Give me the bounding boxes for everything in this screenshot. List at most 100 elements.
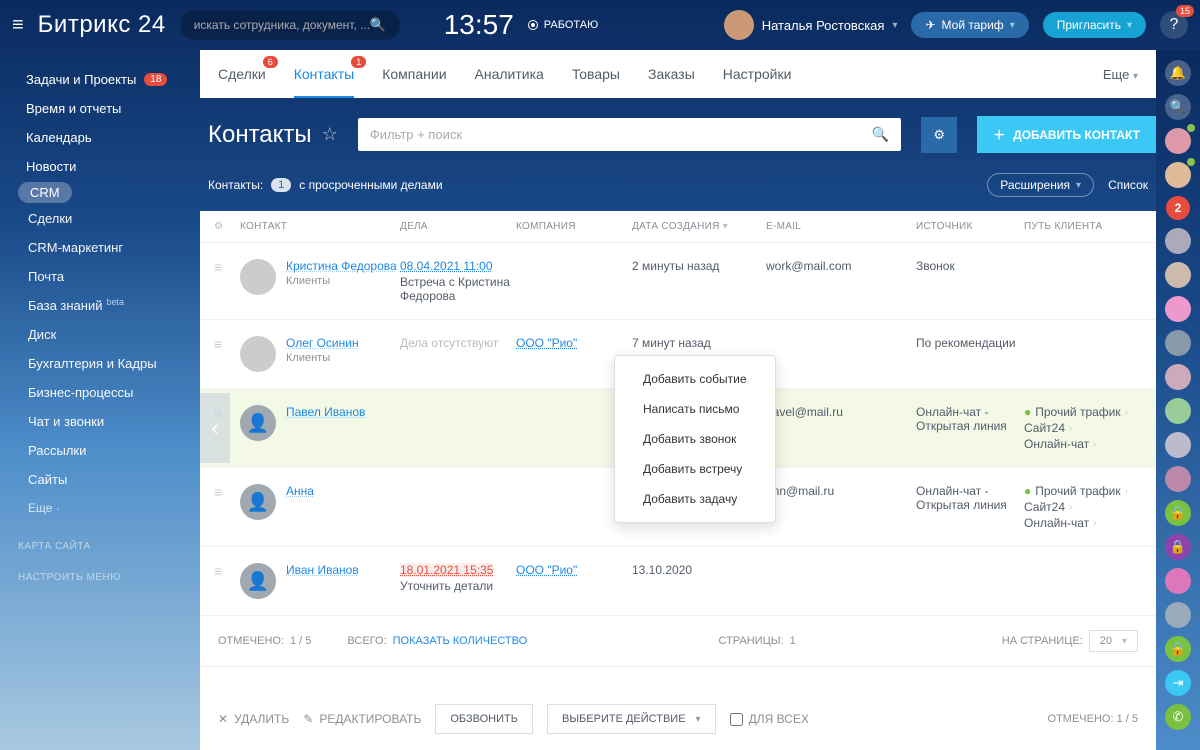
help-icon[interactable]: ? 15 bbox=[1160, 11, 1188, 39]
col-company[interactable]: КОМПАНИЯ bbox=[516, 221, 632, 232]
rail-avatar[interactable] bbox=[1165, 330, 1191, 356]
rail-avatar[interactable] bbox=[1165, 432, 1191, 458]
dropdown-item[interactable]: Написать письмо bbox=[629, 394, 761, 424]
search-icon[interactable]: 🔍 bbox=[370, 17, 386, 33]
bell-icon[interactable]: 🔔 bbox=[1165, 60, 1191, 86]
sidebar-item[interactable]: Почта bbox=[18, 263, 200, 290]
sidebar-item[interactable]: Календарь bbox=[18, 124, 200, 151]
extensions-button[interactable]: Расширения ▾ bbox=[987, 173, 1094, 197]
rail-avatar[interactable] bbox=[1165, 228, 1191, 254]
sidebar-item-crm[interactable]: CRM bbox=[18, 182, 72, 203]
add-contact-button[interactable]: ＋ ДОБАВИТЬ КОНТАКТ bbox=[977, 116, 1156, 153]
invite-button[interactable]: Пригласить ▾ bbox=[1043, 12, 1146, 38]
contact-name-link[interactable]: Анна bbox=[286, 484, 314, 498]
sidebar-item[interactable]: Бизнес-процессы bbox=[18, 379, 200, 406]
for-all-checkbox[interactable]: ДЛЯ ВСЕХ bbox=[730, 712, 809, 726]
sidebar-item[interactable]: Задачи и Проекты18 bbox=[18, 66, 200, 93]
site-map-link[interactable]: КАРТА САЙТА bbox=[18, 541, 200, 552]
dropdown-item[interactable]: Добавить задачу bbox=[629, 484, 761, 514]
call-button[interactable]: ОБЗВОНИТЬ bbox=[435, 704, 533, 734]
tariff-button[interactable]: ✈ Мой тариф ▾ bbox=[911, 12, 1028, 38]
table-row[interactable]: ≡ Кристина Федорова Клиенты 08.04.2021 1… bbox=[200, 243, 1156, 320]
global-search[interactable]: 🔍 bbox=[180, 10, 400, 40]
list-view-link[interactable]: Список bbox=[1108, 178, 1148, 192]
table-row[interactable]: ≡ 👤 Иван Иванов 18.01.2021 15:35Уточнить… bbox=[200, 547, 1156, 616]
tab[interactable]: Аналитика bbox=[475, 52, 544, 97]
company-link[interactable]: ООО "Рио" bbox=[516, 563, 577, 577]
sidebar-item[interactable]: Чат и звонки bbox=[18, 408, 200, 435]
col-path[interactable]: ПУТЬ КЛИЕНТА bbox=[1024, 221, 1142, 232]
company-link[interactable]: ООО "Рио" bbox=[516, 336, 577, 350]
dropdown-item[interactable]: Добавить звонок bbox=[629, 424, 761, 454]
hamburger-icon[interactable]: ≡ bbox=[12, 14, 24, 37]
search-icon[interactable]: 🔍 bbox=[872, 126, 889, 143]
overdue-count[interactable]: 1 bbox=[271, 178, 291, 192]
col-deals[interactable]: ДЕЛА bbox=[400, 221, 516, 232]
sidebar-item[interactable]: Сделки bbox=[18, 205, 200, 232]
drag-handle-icon[interactable]: ≡ bbox=[214, 336, 222, 352]
tab[interactable]: Заказы bbox=[648, 52, 695, 97]
tabs-more[interactable]: Еще ▾ bbox=[1103, 67, 1138, 82]
configure-menu-link[interactable]: НАСТРОИТЬ МЕНЮ bbox=[18, 572, 200, 583]
row-prev-button[interactable]: ‹ bbox=[200, 393, 230, 463]
contact-name-link[interactable]: Олег Осинин bbox=[286, 336, 359, 350]
rail-avatar[interactable] bbox=[1165, 162, 1191, 188]
global-search-input[interactable] bbox=[194, 18, 370, 32]
rail-avatar[interactable] bbox=[1165, 398, 1191, 424]
dropdown-item[interactable]: Добавить событие bbox=[629, 364, 761, 394]
sidebar-item[interactable]: Новости bbox=[18, 153, 200, 180]
lock-icon[interactable]: 🔒 bbox=[1165, 636, 1191, 662]
sidebar-item[interactable]: Еще · bbox=[18, 495, 200, 521]
tab[interactable]: Настройки bbox=[723, 52, 792, 97]
rail-avatar[interactable] bbox=[1165, 364, 1191, 390]
rail-notification-count[interactable]: 2 bbox=[1166, 196, 1190, 220]
lock-icon[interactable]: 🔒 bbox=[1165, 534, 1191, 560]
tab[interactable]: Компании bbox=[382, 52, 446, 97]
tab[interactable]: Товары bbox=[572, 52, 620, 97]
deal-date[interactable]: 08.04.2021 11:00 bbox=[400, 259, 493, 273]
work-status[interactable]: РАБОТАЮ bbox=[528, 19, 598, 31]
per-page-select[interactable]: 20 ▾ bbox=[1089, 630, 1138, 652]
contact-name-link[interactable]: Кристина Федорова bbox=[286, 259, 397, 273]
contact-name-link[interactable]: Павел Иванов bbox=[286, 405, 365, 419]
tab[interactable]: Контакты1 bbox=[294, 52, 354, 98]
rail-avatar[interactable] bbox=[1165, 128, 1191, 154]
sidebar-item[interactable]: CRM-маркетинг bbox=[18, 234, 200, 261]
lock-icon[interactable]: 🔒 bbox=[1165, 500, 1191, 526]
tab[interactable]: Сделки6 bbox=[218, 52, 266, 97]
sidebar-item[interactable]: Сайты bbox=[18, 466, 200, 493]
col-source[interactable]: ИСТОЧНИК bbox=[916, 221, 1024, 232]
sidebar-item[interactable]: Рассылки bbox=[18, 437, 200, 464]
star-icon[interactable]: ☆ bbox=[322, 124, 338, 145]
col-contact[interactable]: КОНТАКТ bbox=[240, 221, 400, 232]
action-select[interactable]: ВЫБЕРИТЕ ДЕЙСТВИЕ ▾ bbox=[547, 704, 716, 734]
col-date[interactable]: ДАТА СОЗДАНИЯ ▾ bbox=[632, 221, 766, 232]
filter-input[interactable] bbox=[370, 127, 872, 142]
phone-icon[interactable]: ✆ bbox=[1165, 704, 1191, 730]
user-menu[interactable]: Наталья Ростовская ▾ bbox=[724, 10, 898, 40]
rail-avatar[interactable] bbox=[1165, 262, 1191, 288]
filter-search[interactable]: 🔍 bbox=[358, 118, 901, 151]
drag-handle-icon[interactable]: ≡ bbox=[214, 563, 222, 579]
drag-handle-icon[interactable]: ≡ bbox=[214, 259, 222, 275]
settings-button[interactable]: ⚙ bbox=[921, 117, 957, 153]
export-icon[interactable]: ⇥ bbox=[1165, 670, 1191, 696]
deal-date[interactable]: 18.01.2021 15:35 bbox=[400, 563, 493, 577]
sidebar-item[interactable]: Время и отчеты bbox=[18, 95, 200, 122]
dropdown-item[interactable]: Добавить встречу bbox=[629, 454, 761, 484]
rail-avatar[interactable] bbox=[1165, 568, 1191, 594]
drag-handle-icon[interactable]: ≡ bbox=[214, 484, 222, 500]
show-count-link[interactable]: ПОКАЗАТЬ КОЛИЧЕСТВО bbox=[393, 635, 528, 647]
search-icon[interactable]: 🔍 bbox=[1165, 94, 1191, 120]
col-email[interactable]: E-MAIL bbox=[766, 221, 916, 232]
gear-icon[interactable]: ⚙ bbox=[214, 221, 223, 232]
sidebar-item[interactable]: Бухгалтерия и Кадры bbox=[18, 350, 200, 377]
rail-avatar[interactable] bbox=[1165, 296, 1191, 322]
delete-button[interactable]: ✕УДАЛИТЬ bbox=[218, 712, 289, 726]
rail-avatar[interactable] bbox=[1165, 602, 1191, 628]
sidebar-item[interactable]: База знанийbeta bbox=[18, 292, 200, 319]
rail-avatar[interactable] bbox=[1165, 466, 1191, 492]
contact-name-link[interactable]: Иван Иванов bbox=[286, 563, 359, 577]
sidebar-item[interactable]: Диск bbox=[18, 321, 200, 348]
edit-button[interactable]: ✎РЕДАКТИРОВАТЬ bbox=[303, 712, 421, 726]
